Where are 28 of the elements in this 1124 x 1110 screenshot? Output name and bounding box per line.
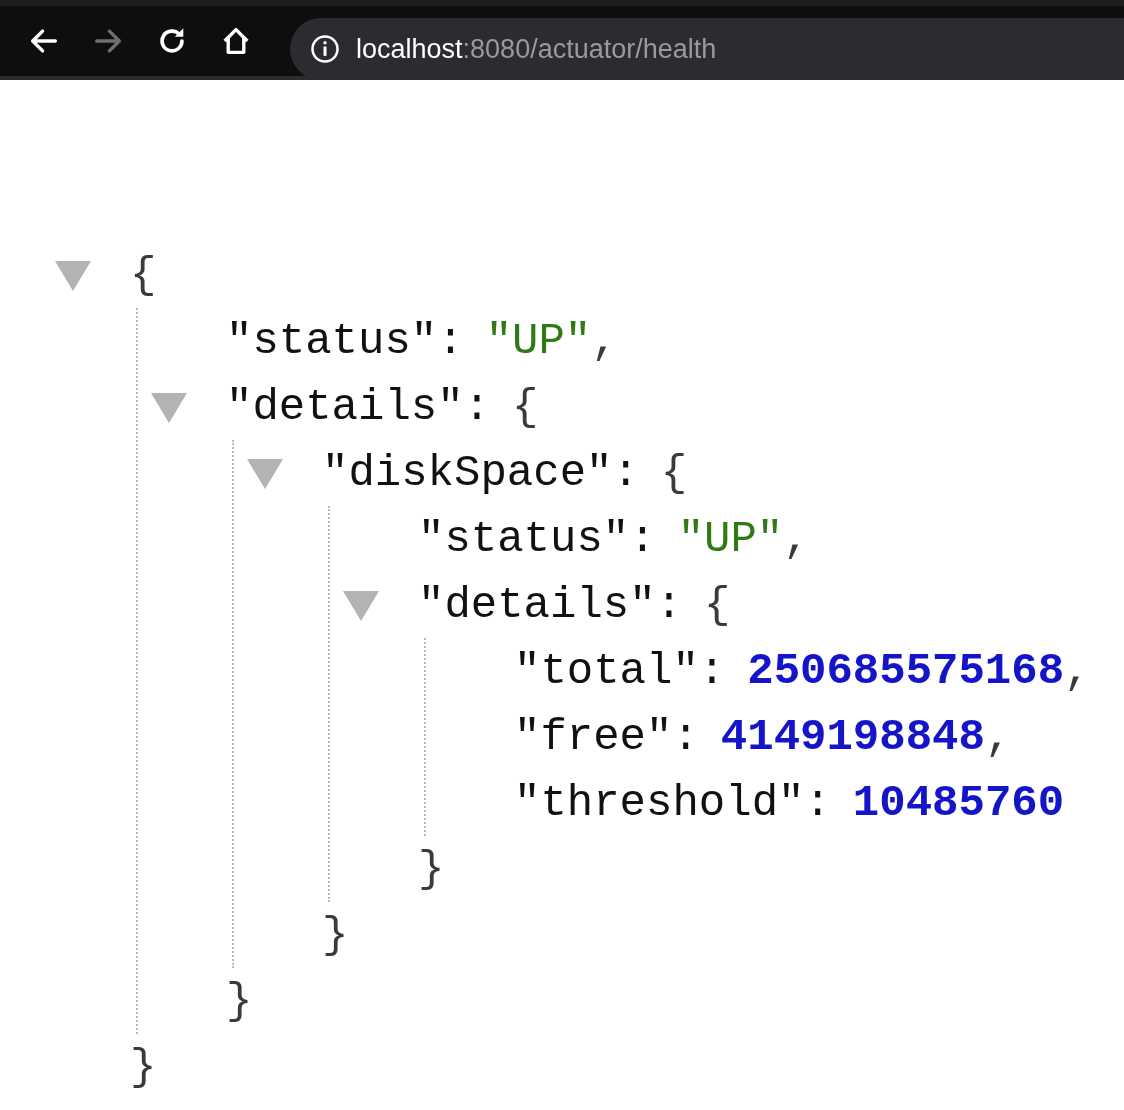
json-key: "free":: [514, 712, 699, 762]
info-icon[interactable]: [310, 34, 340, 64]
json-key: "status":: [226, 316, 464, 366]
open-brace: {: [660, 448, 688, 498]
comma: ,: [984, 712, 1012, 762]
json-key: "status":: [418, 514, 656, 564]
number-value: 4149198848: [720, 712, 985, 762]
comma: ,: [591, 316, 618, 366]
open-brace: {: [512, 382, 539, 432]
open-brace: {: [704, 580, 731, 630]
close-brace: }: [130, 1042, 157, 1092]
number-value: 250685575168: [747, 646, 1065, 696]
json-key: "details":: [418, 580, 683, 630]
comma: ,: [1064, 646, 1091, 696]
number-value: 10485760: [852, 778, 1065, 828]
close-brace: }: [322, 910, 349, 960]
close-brace: }: [226, 976, 253, 1026]
json-key: "total":: [514, 646, 726, 696]
open-brace: {: [130, 250, 157, 300]
url-path: :8080/actuator/health: [462, 33, 717, 65]
json-key: "details":: [226, 382, 491, 432]
json-key: "threshold":: [514, 778, 831, 828]
string-value: "UP": [677, 514, 784, 564]
close-brace: }: [418, 844, 445, 894]
string-value: "UP": [485, 316, 592, 366]
json-key: "diskSpace":: [322, 448, 639, 498]
comma: ,: [783, 514, 810, 564]
url-host: localhost: [356, 33, 463, 65]
